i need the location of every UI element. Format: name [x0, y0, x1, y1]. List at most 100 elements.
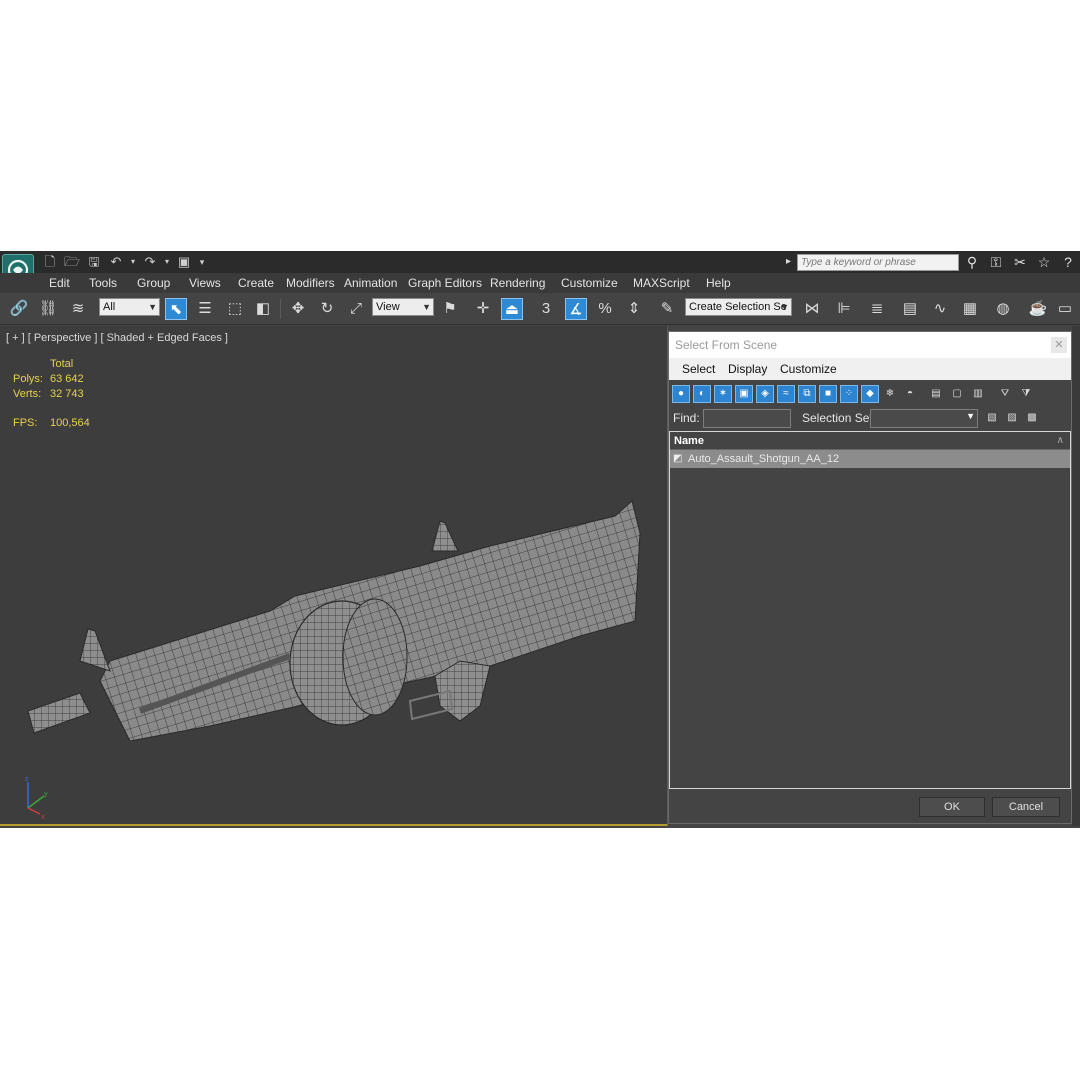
display-groups-icon[interactable]: ⧉ [798, 385, 816, 403]
keyword-search-input[interactable]: Type a keyword or phrase [797, 254, 959, 271]
angle-snap-icon[interactable]: ∡ [565, 298, 587, 320]
snaps-toggle-icon[interactable]: 3 [535, 298, 557, 320]
quick-access-dropdown-icon[interactable]: ▾ [198, 254, 206, 270]
keyboard-shortcut-override-icon[interactable]: ⏏ [501, 298, 523, 320]
layer-manager-icon[interactable]: ≣ [866, 298, 888, 320]
project-folder-icon[interactable]: ▣ [176, 254, 192, 270]
stats-total-header: Total [50, 358, 74, 370]
close-icon[interactable]: ✕ [1051, 337, 1067, 353]
select-all-icon[interactable]: ▤ [927, 385, 945, 403]
communication-center-icon[interactable]: ✂ [1011, 253, 1029, 271]
remove-selection-set-icon[interactable]: ▨ [1003, 409, 1021, 427]
display-xrefs-icon[interactable]: ■ [819, 385, 837, 403]
percent-snap-icon[interactable]: % [594, 298, 616, 320]
toolbar-separator [280, 299, 281, 319]
schematic-view-icon[interactable]: ▦ [959, 298, 981, 320]
filter-icon[interactable]: ⛛ [996, 385, 1014, 403]
dialog-title[interactable]: Select From Scene [669, 332, 1071, 358]
cancel-button[interactable]: Cancel [992, 797, 1060, 817]
display-geometry-icon[interactable]: ● [672, 385, 690, 403]
window-crossing-icon[interactable]: ◧ [252, 298, 274, 320]
list-item[interactable]: ◩ Auto_Assault_Shotgun_AA_12 [670, 450, 1070, 468]
search-expand-icon[interactable]: ▸ [786, 255, 794, 269]
key-icon[interactable]: ⚿ [987, 253, 1005, 271]
select-by-name-icon[interactable]: ☰ [194, 298, 216, 320]
selection-set-dropdown[interactable]: ▼ [870, 409, 978, 428]
undo-dropdown-icon[interactable]: ▾ [130, 254, 136, 270]
material-editor-icon[interactable]: ◍ [992, 298, 1014, 320]
dialog-menu-display[interactable]: Display [728, 361, 767, 377]
manipulate-icon[interactable]: ✛ [472, 298, 494, 320]
bind-to-space-warp-icon[interactable]: ≋ [67, 298, 89, 320]
align-icon[interactable]: ⊫ [833, 298, 855, 320]
invert-selection-icon[interactable]: ▥ [969, 385, 987, 403]
viewport-label[interactable]: [ + ] [ Perspective ] [ Shaded + Edged F… [6, 332, 228, 344]
display-containers-icon[interactable]: ◆ [861, 385, 879, 403]
pivot-center-icon[interactable]: ⚑ [439, 298, 461, 320]
new-file-icon[interactable]: 🗋 [42, 254, 58, 270]
display-space-warps-icon[interactable]: ≈ [777, 385, 795, 403]
select-object-icon[interactable]: ⬉ [165, 298, 187, 320]
save-icon[interactable]: 🖫 [86, 254, 102, 270]
display-frozen-icon[interactable]: ❄ [881, 385, 899, 403]
display-bones-icon[interactable]: ⁘ [840, 385, 858, 403]
display-lights-icon[interactable]: ✶ [714, 385, 732, 403]
menu-maxscript[interactable]: MAXScript [633, 275, 690, 291]
unlink-selection-icon[interactable]: ⛓ [37, 298, 59, 320]
display-helpers-icon[interactable]: ◈ [756, 385, 774, 403]
named-selection-set-dropdown[interactable]: Create Selection Se ▼ [685, 298, 792, 316]
favorites-star-icon[interactable]: ☆ [1035, 253, 1053, 271]
find-input[interactable] [703, 409, 791, 428]
menu-edit[interactable]: Edit [49, 275, 70, 291]
select-and-move-icon[interactable]: ✥ [287, 298, 309, 320]
selection-filter-dropdown[interactable]: All ▼ [99, 298, 160, 316]
dialog-menu-select[interactable]: Select [682, 361, 715, 377]
add-selection-set-icon[interactable]: ▧ [983, 409, 1001, 427]
select-and-link-icon[interactable]: 🔗 [8, 298, 30, 320]
display-shapes-icon[interactable]: ◐ [693, 385, 711, 403]
scene-object-list[interactable]: Name ∧ ◩ Auto_Assault_Shotgun_AA_12 [669, 431, 1071, 789]
title-bar: 🗋 🗁 🖫 ↶ ▾ ↷ ▾ ▣ ▾ ▸ Type a keyword or ph… [0, 251, 1080, 273]
shotgun-wireframe-model[interactable] [20, 461, 650, 741]
menu-customize[interactable]: Customize [561, 275, 618, 291]
curve-editor-icon[interactable]: ∿ [929, 298, 951, 320]
menu-animation[interactable]: Animation [344, 275, 397, 291]
edit-named-selection-icon[interactable]: ✎ [656, 298, 678, 320]
name-column-header[interactable]: Name ∧ [670, 432, 1070, 450]
binoculars-icon[interactable]: ⚲ [963, 253, 981, 271]
rectangular-selection-icon[interactable]: ⬚ [224, 298, 246, 320]
open-file-icon[interactable]: 🗁 [64, 254, 80, 270]
filter-options-icon[interactable]: ⧩ [1017, 385, 1035, 403]
render-setup-icon[interactable]: ☕ [1027, 298, 1049, 320]
redo-dropdown-icon[interactable]: ▾ [164, 254, 170, 270]
perspective-viewport[interactable]: [ + ] [ Perspective ] [ Shaded + Edged F… [0, 326, 668, 826]
undo-icon[interactable]: ↶ [108, 254, 124, 270]
stats-fps-value: 100,564 [50, 417, 90, 429]
ribbon-toggle-icon[interactable]: ▤ [899, 298, 921, 320]
select-none-icon[interactable]: ▢ [948, 385, 966, 403]
select-and-rotate-icon[interactable]: ↻ [316, 298, 338, 320]
menu-modifiers[interactable]: Modifiers [286, 275, 335, 291]
display-hidden-icon[interactable]: ◓ [901, 385, 919, 403]
ok-button[interactable]: OK [919, 797, 985, 817]
menu-rendering[interactable]: Rendering [490, 275, 545, 291]
menu-graph-editors[interactable]: Graph Editors [408, 275, 482, 291]
mirror-icon[interactable]: ⋈ [801, 298, 823, 320]
menu-views[interactable]: Views [189, 275, 221, 291]
menu-group[interactable]: Group [137, 275, 170, 291]
redo-icon[interactable]: ↷ [142, 254, 158, 270]
selection-set-label: Selection Set: [802, 411, 877, 425]
render-frame-icon[interactable]: ▭ [1054, 298, 1076, 320]
menu-tools[interactable]: Tools [89, 275, 117, 291]
chevron-down-icon: ▼ [780, 302, 789, 312]
menu-create[interactable]: Create [238, 275, 274, 291]
reference-coordinate-dropdown[interactable]: View ▼ [372, 298, 434, 316]
display-cameras-icon[interactable]: ▣ [735, 385, 753, 403]
edit-selection-set-icon[interactable]: ▩ [1023, 409, 1041, 427]
select-from-scene-dialog: Select From Scene ✕ Select Display Custo… [668, 331, 1072, 824]
spinner-snap-icon[interactable]: ⇕ [623, 298, 645, 320]
dialog-menu-customize[interactable]: Customize [780, 361, 837, 377]
menu-help[interactable]: Help [706, 275, 731, 291]
help-icon[interactable]: ? [1059, 253, 1077, 271]
select-and-scale-icon[interactable]: ⤢ [345, 298, 367, 320]
